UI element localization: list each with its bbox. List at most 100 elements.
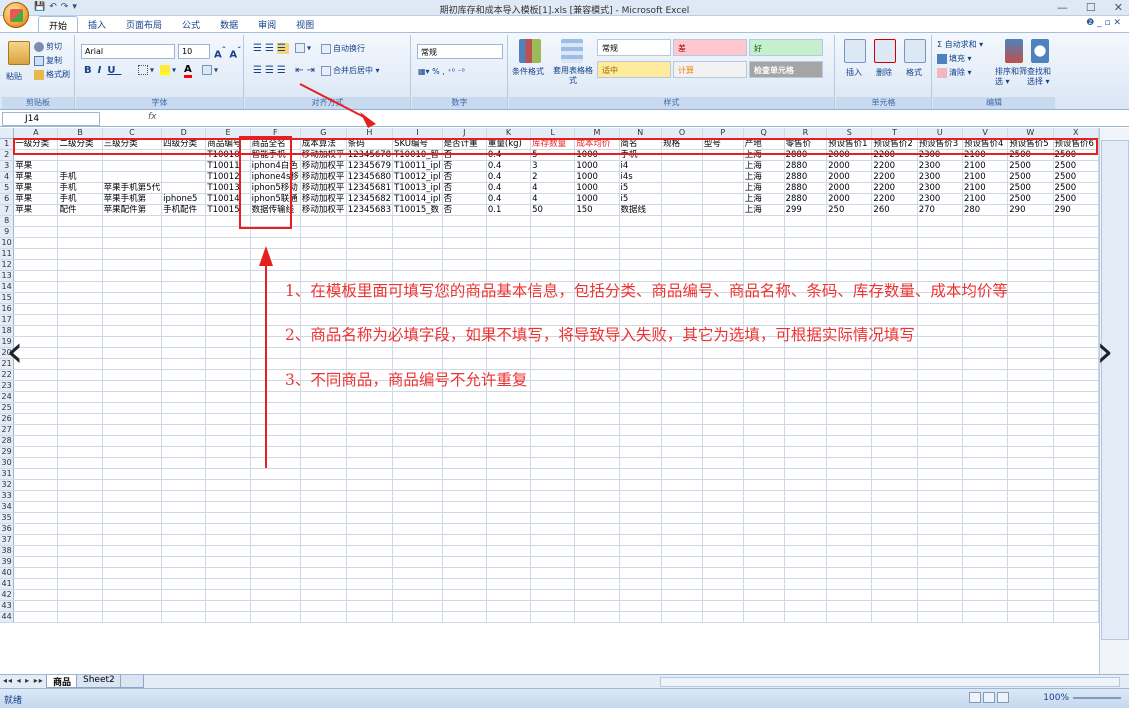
cell[interactable] <box>346 424 394 436</box>
orientation-button[interactable]: ▾ <box>295 43 311 53</box>
cell[interactable] <box>442 534 487 546</box>
cell[interactable] <box>346 457 394 469</box>
cell[interactable]: 否 <box>442 171 487 183</box>
cell[interactable] <box>530 424 576 436</box>
column-header[interactable]: K <box>486 128 532 139</box>
cell[interactable] <box>702 413 744 425</box>
cell[interactable] <box>962 534 1009 546</box>
cell[interactable] <box>743 303 785 315</box>
cell[interactable] <box>530 523 576 535</box>
cell[interactable] <box>442 589 487 601</box>
cell[interactable] <box>619 512 663 524</box>
cell[interactable] <box>205 248 251 260</box>
cell[interactable] <box>13 567 59 579</box>
cell[interactable] <box>917 578 963 590</box>
cell[interactable] <box>661 248 703 260</box>
cell[interactable] <box>13 402 59 414</box>
cell[interactable] <box>871 248 918 260</box>
cell[interactable]: 12345680 <box>346 171 394 183</box>
cell[interactable]: 260 <box>871 204 918 216</box>
cell[interactable]: 12345682 <box>346 193 394 205</box>
row-header[interactable]: 14 <box>0 281 15 293</box>
find-select-icon[interactable] <box>1031 39 1049 63</box>
cell[interactable] <box>702 435 744 447</box>
cell[interactable] <box>619 347 663 359</box>
cell[interactable] <box>486 567 532 579</box>
cell[interactable] <box>205 270 251 282</box>
cell[interactable] <box>346 567 394 579</box>
cell[interactable] <box>486 490 532 502</box>
cell[interactable]: 成本算法 <box>300 138 347 150</box>
cell[interactable] <box>661 611 703 623</box>
cell[interactable] <box>486 237 532 249</box>
cell[interactable]: T10010_智 <box>392 149 443 161</box>
table-style-button[interactable]: 套用表格格式 <box>553 66 593 86</box>
cell[interactable] <box>250 479 301 491</box>
cell[interactable] <box>205 501 251 513</box>
cell[interactable] <box>250 237 301 249</box>
column-header[interactable]: G <box>300 128 347 139</box>
cell[interactable] <box>826 215 873 227</box>
cell[interactable] <box>1007 567 1054 579</box>
row-header[interactable]: 32 <box>0 479 15 491</box>
cell[interactable]: iphone4s移 <box>250 171 301 183</box>
cell[interactable] <box>962 479 1009 491</box>
cell[interactable] <box>57 523 103 535</box>
cell[interactable] <box>300 523 347 535</box>
cell[interactable] <box>102 435 163 447</box>
cell[interactable]: 手机 <box>619 149 663 161</box>
cell[interactable] <box>784 534 828 546</box>
cell[interactable] <box>442 523 487 535</box>
cell-style-0[interactable]: 常规 <box>597 39 671 56</box>
cell[interactable] <box>1007 479 1054 491</box>
cell[interactable] <box>205 237 251 249</box>
cell[interactable] <box>392 270 443 282</box>
cell[interactable]: 商品编号 <box>205 138 251 150</box>
cell[interactable] <box>1053 468 1099 480</box>
cell[interactable] <box>743 600 785 612</box>
cell[interactable] <box>871 446 918 458</box>
cell[interactable] <box>530 600 576 612</box>
cell[interactable] <box>784 578 828 590</box>
cell[interactable] <box>486 468 532 480</box>
cell[interactable] <box>917 226 963 238</box>
cell[interactable]: 简名 <box>619 138 663 150</box>
cell[interactable] <box>826 611 873 623</box>
cell[interactable] <box>392 259 443 271</box>
cell[interactable] <box>826 303 873 315</box>
cell[interactable] <box>161 523 207 535</box>
cell[interactable] <box>962 424 1009 436</box>
cell[interactable] <box>486 259 532 271</box>
cell[interactable]: 规格 <box>661 138 703 150</box>
cell[interactable] <box>530 314 576 326</box>
cell[interactable] <box>1007 358 1054 370</box>
cell[interactable] <box>161 435 207 447</box>
cell[interactable]: 2000 <box>826 182 873 194</box>
cell[interactable] <box>743 567 785 579</box>
cell[interactable] <box>826 512 873 524</box>
cell[interactable] <box>702 600 744 612</box>
cell[interactable] <box>826 314 873 326</box>
cell[interactable] <box>784 501 828 513</box>
cell[interactable] <box>250 468 301 480</box>
cell[interactable]: 移动加权平 <box>300 182 347 194</box>
column-header[interactable]: O <box>661 128 703 139</box>
row-header[interactable]: 30 <box>0 457 15 469</box>
format-cells-icon[interactable] <box>904 39 926 63</box>
cell[interactable] <box>917 270 963 282</box>
cell[interactable] <box>300 303 347 315</box>
row-header[interactable]: 1 <box>0 138 15 150</box>
column-header[interactable]: D <box>161 128 207 139</box>
cell[interactable] <box>250 611 301 623</box>
row-header[interactable]: 28 <box>0 435 15 447</box>
cell[interactable] <box>13 303 59 315</box>
cell[interactable] <box>1053 457 1099 469</box>
cell[interactable]: 预设售价1 <box>826 138 873 150</box>
cell[interactable] <box>13 292 59 304</box>
cell[interactable] <box>102 512 163 524</box>
cell[interactable] <box>962 578 1009 590</box>
cell[interactable]: T10012 <box>205 171 251 183</box>
cell[interactable] <box>300 589 347 601</box>
phonetic-button[interactable]: ▾ <box>202 65 218 75</box>
cell[interactable] <box>871 314 918 326</box>
